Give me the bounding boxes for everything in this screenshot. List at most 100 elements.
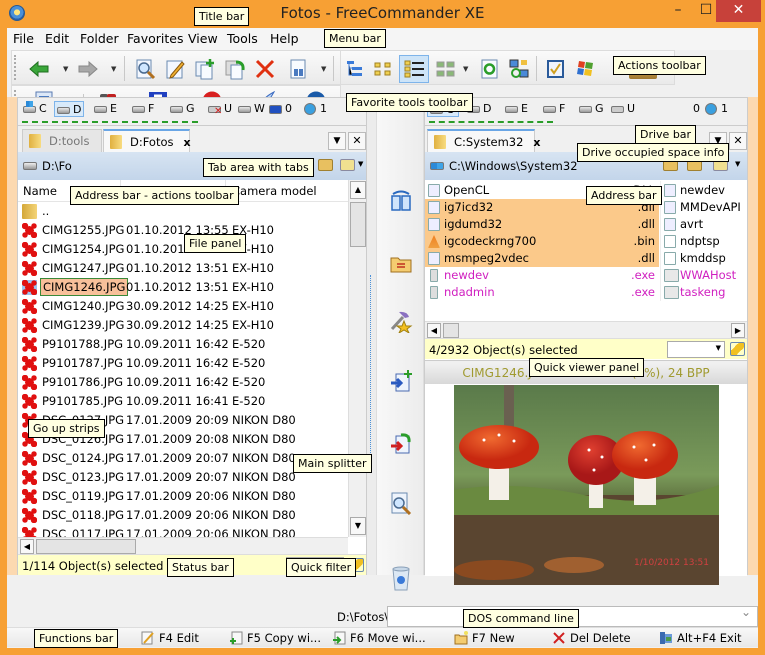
file-row[interactable]: ndadmin .exe [425, 284, 659, 301]
file-row[interactable]: igdumd32 .dll [425, 216, 659, 233]
back-dropdown-icon[interactable]: ▼ [63, 65, 68, 73]
drive-0[interactable]: 0 [267, 101, 292, 117]
compare-folders-icon[interactable] [389, 189, 413, 213]
file-row[interactable]: taskeng [661, 284, 747, 301]
column-camera-model[interactable]: Camera model [232, 184, 317, 198]
function-f5-copy[interactable]: F5 Copy wi... [229, 631, 321, 645]
menu-view[interactable]: View [188, 31, 218, 46]
quick-filter-icon[interactable] [730, 342, 745, 356]
copy-to-other-panel-icon[interactable] [389, 369, 413, 393]
file-row[interactable]: CIMG1255.JPG 01.10.2012 13:55 EX-H10 [18, 221, 348, 240]
root-folder-icon[interactable] [318, 159, 333, 171]
drive-u[interactable]: ✕ U [206, 101, 232, 117]
delete-icon[interactable] [254, 58, 276, 80]
check-select-icon[interactable] [545, 58, 567, 80]
forward-arrow-icon[interactable] [77, 58, 99, 80]
quick-filter-input[interactable] [667, 341, 725, 358]
file-row[interactable]: P9101785.JPG 10.09.2011 16:41 E-520 [18, 392, 348, 411]
tab-close-icon[interactable]: x [184, 136, 191, 149]
menu-edit[interactable]: Edit [45, 31, 69, 46]
file-row[interactable]: P9101786.JPG 10.09.2011 16:42 E-520 [18, 373, 348, 392]
go-up-strip-left[interactable] [7, 97, 17, 575]
multi-rename-icon[interactable] [288, 58, 310, 80]
scroll-thumb[interactable] [350, 202, 366, 247]
tab-d-tools[interactable]: D:tools [22, 129, 102, 152]
tree-view-icon[interactable] [344, 58, 366, 80]
rename-dropdown-icon[interactable]: ▼ [321, 65, 326, 73]
tab-list-dropdown[interactable]: ▼ [328, 132, 346, 150]
main-splitter[interactable] [367, 97, 376, 575]
file-row[interactable]: WWAHost [661, 267, 747, 284]
file-row[interactable]: newdev [661, 182, 747, 199]
file-row[interactable]: avrt [661, 216, 747, 233]
favorite-tools-icon[interactable] [389, 309, 413, 333]
forward-dropdown-icon[interactable]: ▼ [111, 65, 116, 73]
sync-folders-icon[interactable] [508, 58, 530, 80]
view-file-icon[interactable] [389, 491, 413, 515]
drive-g[interactable]: G [577, 101, 604, 117]
edit-file-icon[interactable] [164, 58, 186, 80]
hscroll-thumb[interactable] [443, 323, 459, 338]
drive-1[interactable]: 1 [302, 101, 327, 117]
drive-w[interactable]: W [236, 101, 265, 117]
function-f6-move[interactable]: F6 Move wi... [332, 631, 426, 645]
column-name[interactable]: Name [23, 184, 57, 198]
drive-e[interactable]: E [503, 101, 528, 117]
view-dropdown-icon[interactable]: ▼ [463, 65, 468, 73]
drive-e[interactable]: E [92, 101, 117, 117]
photo-preview[interactable]: 1/10/2012 13:51 [454, 385, 719, 585]
scroll-down-button[interactable]: ▼ [350, 517, 366, 535]
move-to-other-panel-icon[interactable] [389, 431, 413, 455]
move-icon[interactable] [224, 58, 246, 80]
function-f4-edit[interactable]: F4 Edit [141, 631, 199, 645]
address-actions-dropdown-icon[interactable]: ▼ [735, 160, 740, 168]
toolbar-grip[interactable] [14, 55, 17, 80]
horizontal-scrollbar[interactable]: ◀ [18, 537, 348, 554]
address-actions-dropdown-icon[interactable]: ▼ [358, 160, 363, 168]
view-file-icon[interactable] [134, 58, 156, 80]
folder-list-icon[interactable] [389, 252, 413, 276]
file-row[interactable]: P9101788.JPG 10.09.2011 16:42 E-520 [18, 335, 348, 354]
file-row[interactable]: DSC_0118.JPG 17.01.2009 20:06 NIKON D80 [18, 506, 348, 525]
menu-favorites[interactable]: Favorites [127, 31, 183, 46]
file-row[interactable]: kmddsp [661, 250, 747, 267]
scroll-left-button[interactable]: ◀ [427, 323, 441, 338]
file-row[interactable]: DSC_0119.JPG 17.01.2009 20:06 NIKON D80 [18, 487, 348, 506]
drive-g[interactable]: G [168, 101, 195, 117]
file-row[interactable]: P9101787.JPG 10.09.2011 16:42 E-520 [18, 354, 348, 373]
file-row[interactable]: ndptsp [661, 233, 747, 250]
file-row[interactable]: MMDevAPI [661, 199, 747, 216]
drive-1[interactable]: 1 [703, 101, 728, 117]
back-arrow-icon[interactable] [28, 58, 50, 80]
tab-close-button[interactable]: ✕ [729, 132, 747, 150]
drive-d[interactable]: D [54, 101, 84, 117]
details-view-button[interactable] [399, 55, 429, 83]
address-path[interactable]: C:\Windows\System32 [449, 159, 578, 173]
file-row[interactable]: CIMG1240.JPG 30.09.2012 14:25 EX-H10 [18, 297, 348, 316]
drive-c[interactable]: C [21, 101, 47, 117]
drive-0[interactable]: 0 [675, 101, 700, 117]
file-row[interactable]: msmpeg2vdec .dll [425, 250, 659, 267]
drive-f[interactable]: F [130, 101, 154, 117]
function-alt-f4-exit[interactable]: Alt+F4 Exit [659, 631, 742, 645]
file-row[interactable]: CIMG1246.JPG 01.10.2012 13:51 EX-H10 [18, 278, 348, 297]
file-row[interactable]: CIMG1239.JPG 30.09.2012 14:25 EX-H10 [18, 316, 348, 335]
windows-settings-icon[interactable] [574, 58, 596, 80]
vertical-scrollbar[interactable]: ▲ ▼ [348, 180, 366, 537]
function-del-delete[interactable]: Del Delete [552, 631, 631, 645]
hscroll-thumb[interactable] [36, 539, 136, 554]
tab-close-icon[interactable]: x [533, 136, 540, 149]
recycle-bin-icon[interactable] [389, 564, 413, 592]
refresh-icon[interactable] [479, 58, 501, 80]
menu-folder[interactable]: Folder [80, 31, 119, 46]
file-row[interactable]: CIMG1254.JPG 01.10.2012 13:55 EX-H10 [18, 240, 348, 259]
minimize-button[interactable]: – [664, 0, 692, 22]
horizontal-scrollbar-right[interactable]: ◀ ▶ [425, 321, 747, 338]
scroll-up-button[interactable]: ▲ [350, 181, 366, 199]
copy-path-icon[interactable] [340, 159, 355, 171]
file-row[interactable]: newdev .exe [425, 267, 659, 284]
drive-f[interactable]: F [541, 101, 565, 117]
file-row[interactable]: DSC_0117.JPG 17.01.2009 20:06 NIKON D80 [18, 525, 348, 537]
menu-tools[interactable]: Tools [227, 31, 258, 46]
scroll-left-button[interactable]: ◀ [20, 539, 34, 554]
